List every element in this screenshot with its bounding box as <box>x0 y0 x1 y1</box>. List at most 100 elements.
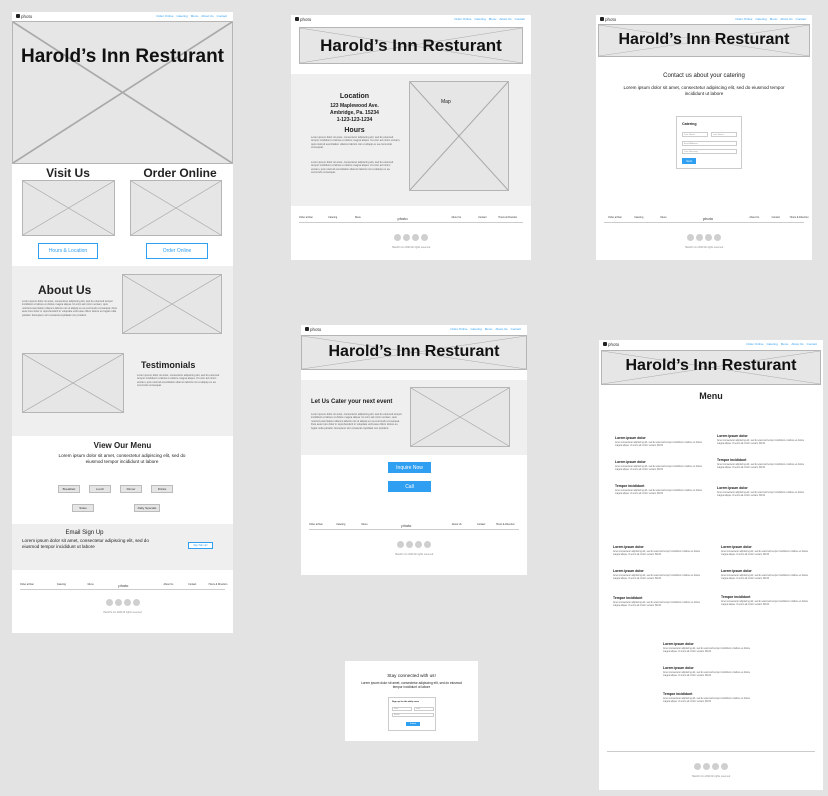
social-icon-1[interactable] <box>105 599 113 606</box>
send-button[interactable]: Send <box>682 158 696 164</box>
social-icon-1[interactable] <box>694 763 701 770</box>
nav-about-us[interactable]: About Us <box>495 327 507 331</box>
nav-contact[interactable]: Contact <box>511 327 521 331</box>
call-button[interactable]: Call <box>388 481 431 492</box>
footer-link-hours[interactable]: Hours & Direction <box>498 216 517 219</box>
logo[interactable]: photo <box>295 17 311 22</box>
footer-link-hours[interactable]: Hours & Direction <box>209 583 228 586</box>
nav-menu[interactable]: Menu <box>781 342 789 346</box>
social-icon-4[interactable] <box>424 541 431 548</box>
nav-catering[interactable]: Catering <box>176 14 187 18</box>
nav-catering[interactable]: Catering <box>755 17 766 21</box>
footer-link-order[interactable]: Order at Dan <box>299 216 313 219</box>
social-icon-1[interactable] <box>397 541 404 548</box>
first-name-field[interactable]: First Name <box>682 132 708 137</box>
social-icon-3[interactable] <box>705 234 712 241</box>
footer-link-order[interactable]: Order at Dan <box>20 583 34 586</box>
footer-link-about[interactable]: About Us <box>452 523 462 526</box>
phone-number[interactable]: 1-123-123-1234 <box>307 117 402 123</box>
footer-link-about[interactable]: About Us <box>451 216 461 219</box>
inquire-now-button[interactable]: Inquire Now <box>388 462 431 473</box>
nav-contact[interactable]: Contact <box>515 17 525 21</box>
footer-link-menu[interactable]: Menu <box>661 216 667 219</box>
footer-link-contact[interactable]: Contact <box>188 583 196 586</box>
footer-link-hours[interactable]: Hours & Direction <box>790 216 809 219</box>
footer-link-menu[interactable]: Menu <box>88 583 94 586</box>
menu-item-desc: Amet consectetur adipiscing elit, sed do… <box>717 492 805 497</box>
footer-link-menu[interactable]: Menu <box>362 523 368 526</box>
footer-link-order[interactable]: Order at Dan <box>309 523 323 526</box>
social-icon-1[interactable] <box>394 234 401 241</box>
newsletter-email-field[interactable]: Email <box>392 713 434 717</box>
nav-contact[interactable]: Contact <box>217 14 227 18</box>
footer-link-catering[interactable]: Catering <box>634 216 643 219</box>
social-icon-2[interactable] <box>703 763 710 770</box>
nav-about-us[interactable]: About Us <box>499 17 511 21</box>
nav-about-us[interactable]: About Us <box>201 14 213 18</box>
footer-link-contact[interactable]: Contact <box>477 523 485 526</box>
hours-location-button[interactable]: Hours & Location <box>38 243 98 259</box>
footer-link-catering[interactable]: Catering <box>336 523 345 526</box>
footer-link-menu[interactable]: Menu <box>355 216 361 219</box>
footer-link-order[interactable]: Order at Dan <box>608 216 622 219</box>
nav-order-online[interactable]: Order Online <box>746 342 763 346</box>
nav-order-online[interactable]: Order Online <box>735 17 752 21</box>
menu-drinks-button[interactable]: Drinks <box>151 485 173 493</box>
menu-breakfast-button[interactable]: Breakfast <box>58 485 80 493</box>
logo[interactable]: photo <box>16 14 32 19</box>
social-icon-2[interactable] <box>403 234 410 241</box>
footer-logo[interactable]: photo <box>401 523 411 528</box>
order-online-button[interactable]: Order Online <box>146 243 208 259</box>
footer-logo[interactable]: photo <box>118 583 128 588</box>
nav-about-us[interactable]: About Us <box>791 342 803 346</box>
nav-catering[interactable]: Catering <box>470 327 481 331</box>
footer-link-catering[interactable]: Catering <box>57 583 66 586</box>
message-field[interactable]: Your Message <box>682 149 737 154</box>
footer-link-about[interactable]: About Us <box>164 583 174 586</box>
social-icon-4[interactable] <box>421 234 428 241</box>
menu-dinner-button[interactable]: Dinner <box>120 485 142 493</box>
nav-menu[interactable]: Menu <box>485 327 493 331</box>
footer-link-contact[interactable]: Contact <box>772 216 780 219</box>
logo[interactable]: photo <box>603 342 619 347</box>
social-icon-3[interactable] <box>412 234 419 241</box>
nav-order-online[interactable]: Order Online <box>156 14 173 18</box>
menu-daily-specials-button[interactable]: Daily Specials <box>134 504 160 512</box>
email-field[interactable]: Email Address <box>682 141 737 146</box>
nav-contact[interactable]: Contact <box>796 17 806 21</box>
social-icon-3[interactable] <box>415 541 422 548</box>
sign-me-up-button[interactable]: Sign Me Up! <box>188 542 213 549</box>
nav-menu[interactable]: Menu <box>489 17 497 21</box>
logo[interactable]: photo <box>600 17 616 22</box>
social-icon-2[interactable] <box>406 541 413 548</box>
social-icon-3[interactable] <box>123 599 131 606</box>
nav-catering[interactable]: Catering <box>474 17 485 21</box>
footer-logo[interactable]: photo <box>398 216 408 221</box>
social-icon-4[interactable] <box>721 763 728 770</box>
newsletter-first-field[interactable]: First <box>392 707 412 711</box>
nav-catering[interactable]: Catering <box>766 342 777 346</box>
footer-link-catering[interactable]: Catering <box>328 216 337 219</box>
footer-link-contact[interactable]: Contact <box>478 216 486 219</box>
footer-logo[interactable]: photo <box>703 216 713 221</box>
social-icon-4[interactable] <box>714 234 721 241</box>
social-icon-3[interactable] <box>712 763 719 770</box>
nav-order-online[interactable]: Order Online <box>454 17 471 21</box>
social-icon-2[interactable] <box>114 599 122 606</box>
nav-about-us[interactable]: About Us <box>780 17 792 21</box>
footer-link-hours[interactable]: Hours & Direction <box>496 523 515 526</box>
social-icon-1[interactable] <box>687 234 694 241</box>
last-name-field[interactable]: Last Name <box>711 132 737 137</box>
social-icon-2[interactable] <box>696 234 703 241</box>
nav-order-online[interactable]: Order Online <box>450 327 467 331</box>
logo[interactable]: photo <box>305 327 321 332</box>
social-icon-4[interactable] <box>132 599 140 606</box>
footer-link-about[interactable]: About Us <box>749 216 759 219</box>
menu-sides-button[interactable]: Sides <box>72 504 94 512</box>
menu-lunch-button[interactable]: Lunch <box>89 485 111 493</box>
nav-menu[interactable]: Menu <box>191 14 199 18</box>
newsletter-last-field[interactable]: Last <box>414 707 434 711</box>
nav-contact[interactable]: Contact <box>807 342 817 346</box>
newsletter-submit-button[interactable]: Submit <box>406 722 420 726</box>
nav-menu[interactable]: Menu <box>770 17 778 21</box>
